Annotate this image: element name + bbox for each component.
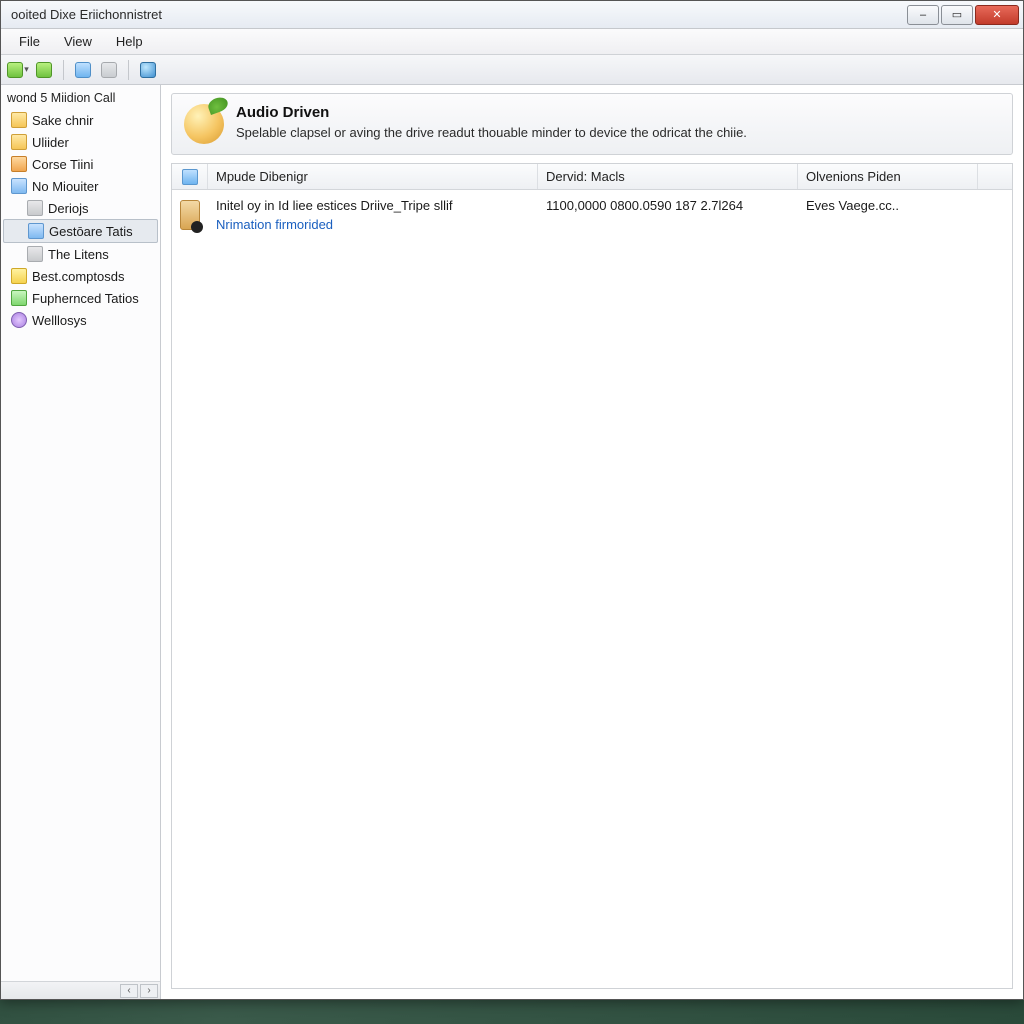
tree-label: Gestōare Tatis: [49, 224, 133, 239]
sidebar: wond 5 Miidion Call Sake chnir Uliider C…: [1, 85, 161, 999]
menubar: File View Help: [1, 29, 1023, 55]
driver-icon: [180, 200, 200, 230]
folder-icon: [11, 112, 27, 128]
device-icon: [11, 156, 27, 172]
monitor-icon: [11, 178, 27, 194]
column-header[interactable]: Olvenions Piden: [798, 164, 978, 189]
row-cell: Eves Vaege.cc..: [798, 198, 1012, 232]
main-panel: Audio Driven Spelable clapsel or aving t…: [161, 85, 1023, 999]
tree-item[interactable]: Welllosys: [1, 309, 160, 331]
body-split: wond 5 Miidion Call Sake chnir Uliider C…: [1, 85, 1023, 999]
column-header[interactable]: Dervid: Macls: [538, 164, 798, 189]
tree-label: Uliider: [32, 135, 69, 150]
tree-label: Welllosys: [32, 313, 87, 328]
row-link[interactable]: Nrimation firmorided: [216, 217, 530, 232]
row-title: Initel oy in Id liee estices Driive_Trip…: [216, 198, 530, 213]
panel-subtitle: Spelable clapsel or aving the drive read…: [236, 125, 747, 140]
drive-icon: [27, 246, 43, 262]
toolbar-btn-2[interactable]: [33, 59, 55, 81]
maximize-button[interactable]: ▭: [941, 5, 973, 25]
tree-item[interactable]: Sake chnir: [1, 109, 160, 131]
row-icon-cell: [172, 198, 208, 232]
tree-item[interactable]: Best.comptosds: [1, 265, 160, 287]
header-icon: [182, 169, 198, 185]
star-icon: [11, 268, 27, 284]
leaf-icon: [206, 95, 230, 115]
save-icon: [36, 62, 52, 78]
menu-help[interactable]: Help: [106, 31, 153, 52]
drive-icon: [28, 223, 44, 239]
titlebar: ooited Dixe Eriichonnistret – ▭ ✕: [1, 1, 1023, 29]
tree-item[interactable]: Fuphernced Tatios: [1, 287, 160, 309]
tree-item[interactable]: No Miouiter: [1, 175, 160, 197]
tree: wond 5 Miidion Call Sake chnir Uliider C…: [1, 85, 160, 981]
toolbar-separator: [128, 60, 129, 80]
toolbar-btn-3[interactable]: [72, 59, 94, 81]
monitor-icon: [75, 62, 91, 78]
tree-item[interactable]: Uliider: [1, 131, 160, 153]
tree-item[interactable]: Deriojs: [1, 197, 160, 219]
tree-label: Fuphernced Tatios: [32, 291, 139, 306]
globe-icon: [140, 62, 156, 78]
folder-icon: [11, 134, 27, 150]
column-spacer: [978, 164, 1012, 189]
window-title: ooited Dixe Eriichonnistret: [5, 7, 907, 22]
list-view: Mpude Dibenigr Dervid: Macls Olvenions P…: [171, 163, 1013, 989]
tree-label: The Litens: [48, 247, 109, 262]
menu-view[interactable]: View: [54, 31, 102, 52]
disk-icon: [101, 62, 117, 78]
row-cell: 1100,0000 0800.0590 187 2.7l264: [538, 198, 798, 232]
list-row[interactable]: Initel oy in Id liee estices Driive_Trip…: [172, 190, 1012, 240]
tree-item[interactable]: The Litens: [1, 243, 160, 265]
scroll-left-button[interactable]: ‹: [120, 984, 138, 998]
tree-label: Corse Tiini: [32, 157, 93, 172]
sidebar-scrollbar: ‹ ›: [1, 981, 160, 999]
toolbar-btn-4[interactable]: [98, 59, 120, 81]
toolbar: [1, 55, 1023, 85]
close-button[interactable]: ✕: [975, 5, 1019, 25]
category-icon: [184, 104, 224, 144]
toolbar-separator: [63, 60, 64, 80]
scroll-right-button[interactable]: ›: [140, 984, 158, 998]
tree-heading: wond 5 Miidion Call: [1, 87, 160, 109]
tree-label: No Miouiter: [32, 179, 98, 194]
column-headers: Mpude Dibenigr Dervid: Macls Olvenions P…: [172, 164, 1012, 190]
drive-icon: [27, 200, 43, 216]
menu-file[interactable]: File: [9, 31, 50, 52]
row-cell: Initel oy in Id liee estices Driive_Trip…: [208, 198, 538, 232]
column-header[interactable]: Mpude Dibenigr: [208, 164, 538, 189]
panel-header: Audio Driven Spelable clapsel or aving t…: [171, 93, 1013, 155]
refresh-icon: [7, 62, 23, 78]
panel-title: Audio Driven: [236, 104, 747, 121]
tree-item-selected[interactable]: Gestōare Tatis: [3, 219, 158, 243]
settings-icon: [11, 290, 27, 306]
panel-header-text: Audio Driven Spelable clapsel or aving t…: [236, 104, 747, 140]
toolbar-btn-5[interactable]: [137, 59, 159, 81]
column-icon[interactable]: [172, 164, 208, 189]
toolbar-dropdown-1[interactable]: [7, 59, 29, 81]
tree-label: Deriojs: [48, 201, 88, 216]
tree-label: Sake chnir: [32, 113, 93, 128]
globe-icon: [11, 312, 27, 328]
app-window: ooited Dixe Eriichonnistret – ▭ ✕ File V…: [0, 0, 1024, 1000]
tree-item[interactable]: Corse Tiini: [1, 153, 160, 175]
window-buttons: – ▭ ✕: [907, 5, 1019, 25]
minimize-button[interactable]: –: [907, 5, 939, 25]
tree-label: Best.comptosds: [32, 269, 125, 284]
